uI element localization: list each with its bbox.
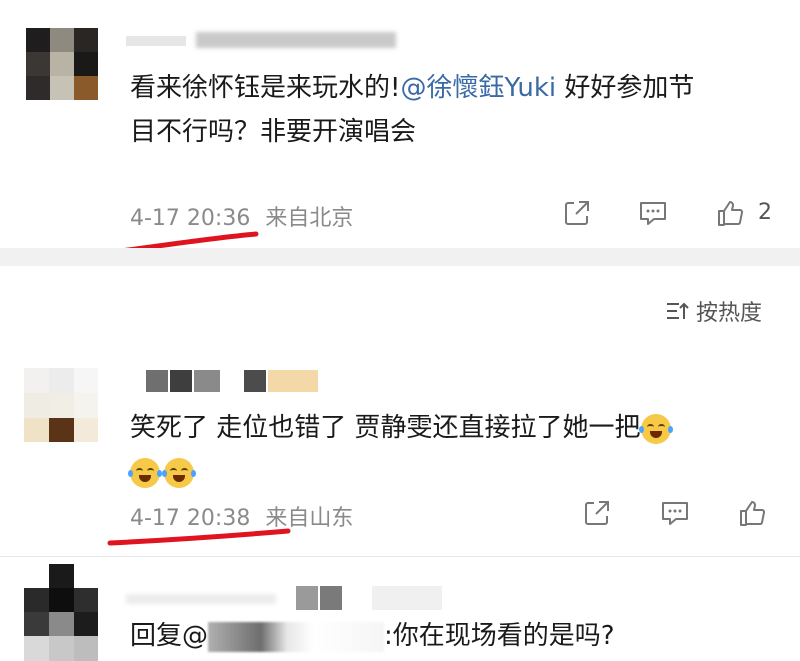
comment-text: 看来徐怀钰是来玩水的!@徐懷鈺Yuki 好好参加节 目不行吗？非要开演唱会 [130, 66, 780, 154]
like-icon[interactable] [714, 196, 748, 230]
laugh-cry-emoji [128, 457, 162, 488]
like-icon[interactable] [736, 496, 770, 530]
username-blurred[interactable] [146, 370, 326, 392]
comment-text: 笑死了 走位也错了 贾静雯还直接拉了她一把 [128, 406, 780, 494]
sort-label: 按热度 [696, 301, 763, 326]
laugh-cry-emoji [162, 457, 196, 488]
reply-prefix: 回复@ [130, 621, 209, 651]
share-icon[interactable] [560, 196, 594, 230]
comment-text-suffix: 好好参加节 [556, 73, 695, 103]
comment-2: 笑死了 走位也错了 贾静雯还直接拉了她一把 4-17 20:38 来自山东 [0, 340, 800, 550]
section-divider [0, 248, 800, 266]
comment-icon[interactable] [658, 496, 692, 530]
mention-blurred[interactable] [208, 621, 385, 652]
laugh-cry-emoji [638, 413, 673, 444]
comment-text-prefix: 看来徐怀钰是来玩水的! [130, 73, 401, 103]
comment-3: 回复@ :你在现场看的是吗? [0, 556, 800, 661]
comment-text-line1: 笑死了 走位也错了 贾静雯还直接拉了她一把 [130, 413, 641, 443]
mention-link[interactable]: @徐懷鈺Yuki [400, 73, 556, 103]
avatar[interactable] [26, 28, 98, 100]
annotation-underline [107, 528, 291, 546]
comment-1: 看来徐怀钰是来玩水的!@徐懷鈺Yuki 好好参加节 目不行吗？非要开演唱会 4-… [0, 0, 800, 256]
reply-text: 回复@ :你在现场看的是吗? [130, 614, 780, 658]
like-count: 2 [758, 200, 772, 225]
sort-control[interactable]: 按热度 [664, 296, 762, 326]
username-blurred[interactable] [126, 30, 396, 52]
comment-icon[interactable] [636, 196, 670, 230]
comment-text-line2: 目不行吗？非要开演唱会 [130, 117, 417, 147]
username-blurred[interactable] [126, 586, 446, 610]
avatar[interactable] [24, 368, 98, 442]
share-icon[interactable] [580, 496, 614, 530]
avatar[interactable] [24, 564, 98, 661]
sort-icon [667, 302, 689, 319]
reply-content: :你在现场看的是吗? [384, 621, 615, 651]
